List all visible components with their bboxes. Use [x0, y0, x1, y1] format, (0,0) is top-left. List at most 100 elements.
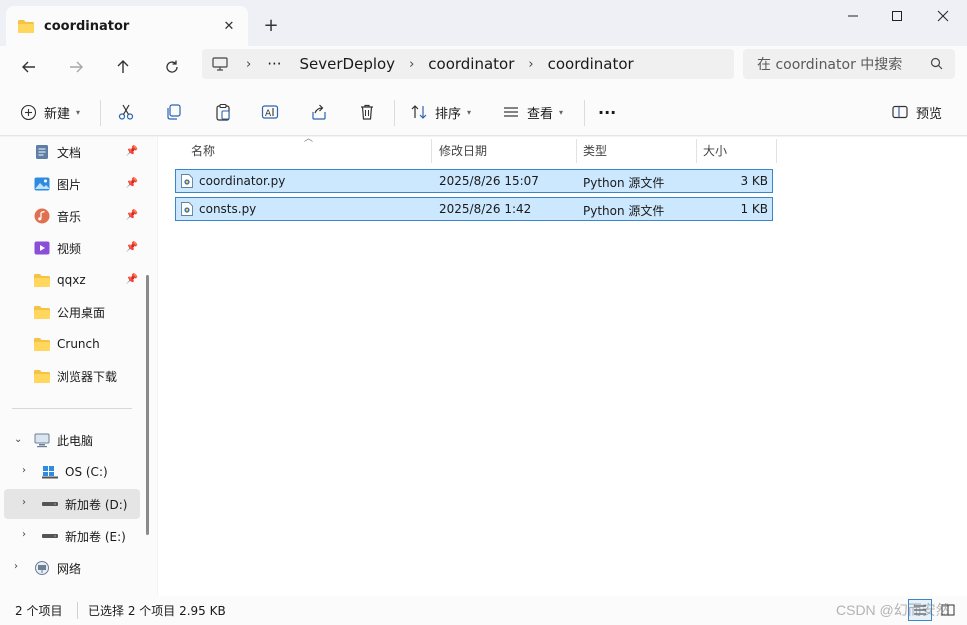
watermark: CSDN @幻而安然	[836, 602, 950, 618]
file-modified: 2025/8/26 15:07	[439, 174, 539, 188]
sidebar-item-label: 新加卷 (D:)	[65, 497, 128, 512]
share-button[interactable]	[309, 98, 329, 126]
new-button[interactable]: 新建 ▾	[18, 98, 80, 126]
sidebar-item-drive-c[interactable]: › OS (C:)	[4, 457, 140, 487]
plus-circle-icon	[18, 102, 38, 122]
forward-button[interactable]	[59, 50, 93, 84]
preview-pane-icon	[890, 102, 910, 122]
breadcrumb-coordinator-current[interactable]: coordinator	[548, 55, 634, 73]
column-header-size[interactable]: 大小	[697, 137, 775, 163]
sidebar-item-this-pc[interactable]: ⌄ 此电脑	[4, 425, 140, 455]
folder-icon	[34, 368, 50, 384]
sidebar-item-pictures[interactable]: 图片 📌	[4, 169, 140, 199]
sidebar-item-crunch[interactable]: Crunch	[4, 329, 140, 359]
arrow-left-icon	[22, 61, 35, 73]
column-type-label: 类型	[583, 143, 608, 158]
chevron-right-icon[interactable]: ›	[14, 561, 18, 572]
scissors-icon	[116, 102, 136, 122]
chevron-right-icon[interactable]: ›	[22, 465, 26, 476]
pin-icon: 📌	[125, 274, 138, 285]
table-row[interactable]: coordinator.py 2025/8/26 15:07 Python 源文…	[175, 169, 773, 193]
sidebar-item-qqxz[interactable]: qqxz 📌	[4, 265, 140, 295]
title-bar: coordinator ✕ +	[0, 0, 967, 46]
sidebar-item-label: 公用桌面	[57, 305, 106, 320]
close-icon	[937, 10, 949, 22]
column-modified-label: 修改日期	[439, 143, 488, 158]
chevron-right-icon[interactable]: ›	[22, 497, 26, 508]
view-list-icon	[501, 102, 521, 122]
python-file-icon	[181, 202, 193, 216]
breadcrumb-severdeploy[interactable]: SeverDeploy	[300, 55, 396, 73]
sort-button[interactable]: 排序 ▾	[409, 98, 471, 126]
sidebar-item-public-desktop[interactable]: 公用桌面	[4, 297, 140, 327]
column-header-modified[interactable]: 修改日期	[433, 137, 576, 163]
delete-button[interactable]	[357, 98, 377, 126]
folder-icon	[34, 304, 50, 320]
sidebar-item-label: qqxz	[57, 273, 86, 287]
column-size-label: 大小	[703, 143, 728, 158]
up-button[interactable]	[106, 50, 140, 84]
address-bar[interactable]: › ··· SeverDeploy › coordinator › coordi…	[202, 49, 734, 79]
sidebar-item-drive-e[interactable]: › 新加卷 (E:)	[4, 521, 140, 551]
column-header-name[interactable]: 名称	[185, 137, 430, 163]
svg-text:A: A	[265, 109, 272, 119]
tab-close-button[interactable]: ✕	[214, 11, 244, 41]
breadcrumb-coordinator[interactable]: coordinator	[428, 55, 514, 73]
preview-button[interactable]: 预览	[890, 98, 942, 126]
toolbar-divider	[394, 100, 395, 126]
tab-coordinator[interactable]: coordinator ✕	[6, 6, 248, 46]
chevron-right-icon: ›	[246, 56, 252, 72]
clipboard-icon	[213, 102, 233, 122]
toolbar-divider	[584, 100, 585, 126]
sidebar-item-network[interactable]: › 网络	[4, 553, 140, 583]
rename-button[interactable]: A	[260, 98, 280, 126]
tab-label: coordinator	[44, 18, 130, 34]
new-tab-button[interactable]: +	[256, 10, 286, 40]
search-input[interactable]: 在 coordinator 中搜索	[743, 49, 955, 79]
sidebar-item-videos[interactable]: 视频 📌	[4, 233, 140, 263]
sidebar-item-label: 网络	[57, 561, 82, 576]
column-header-type[interactable]: 类型	[577, 137, 696, 163]
sidebar-item-label: 图片	[57, 177, 82, 192]
chevron-down-icon: ▾	[76, 107, 81, 117]
cut-button[interactable]	[116, 98, 136, 126]
more-options-button[interactable]: ···	[598, 98, 616, 126]
sidebar-item-music[interactable]: 音乐 📌	[4, 201, 140, 231]
sidebar-item-drive-d[interactable]: › 新加卷 (D:)	[4, 489, 140, 519]
sort-icon	[409, 102, 429, 122]
sidebar-item-label: 音乐	[57, 209, 82, 224]
minimize-button[interactable]	[830, 0, 876, 32]
videos-icon	[34, 240, 50, 256]
chevron-right-icon[interactable]: ›	[409, 57, 414, 72]
sidebar-item-label: 新加卷 (E:)	[65, 529, 126, 544]
documents-icon	[34, 144, 50, 160]
network-icon	[34, 560, 50, 576]
column-separator[interactable]	[776, 139, 777, 163]
sidebar-item-browser-downloads[interactable]: 浏览器下载	[4, 361, 140, 391]
drive-icon	[42, 496, 58, 512]
maximize-button[interactable]	[874, 0, 920, 32]
refresh-button[interactable]	[155, 50, 189, 84]
breadcrumb-overflow[interactable]: ···	[267, 55, 281, 73]
sidebar-scrollbar[interactable]	[146, 275, 149, 535]
command-bar: 新建 ▾ A 排序 ▾ 查看 ▾ ··· 预览	[0, 88, 967, 136]
close-button[interactable]	[920, 0, 966, 32]
sidebar-item-documents[interactable]: 文档 📌	[4, 137, 140, 167]
this-pc-icon	[34, 432, 50, 448]
table-row[interactable]: consts.py 2025/8/26 1:42 Python 源文件 1 KB	[175, 197, 773, 221]
chevron-right-icon[interactable]: ›	[528, 57, 533, 72]
arrow-right-icon	[70, 61, 83, 73]
chevron-right-icon[interactable]: ›	[22, 529, 26, 540]
column-separator[interactable]	[431, 139, 432, 163]
paste-button[interactable]	[213, 98, 233, 126]
computer-icon	[212, 57, 228, 71]
folder-icon	[34, 336, 50, 352]
chevron-down-icon[interactable]: ⌄	[14, 434, 22, 445]
item-count: 2 个项目	[15, 604, 63, 618]
back-button[interactable]	[12, 50, 46, 84]
trash-icon	[357, 102, 377, 122]
view-label: 查看	[527, 106, 554, 122]
copy-button[interactable]	[164, 98, 184, 126]
view-button[interactable]: 查看 ▾	[501, 98, 563, 126]
sidebar-item-label: Crunch	[57, 337, 100, 351]
